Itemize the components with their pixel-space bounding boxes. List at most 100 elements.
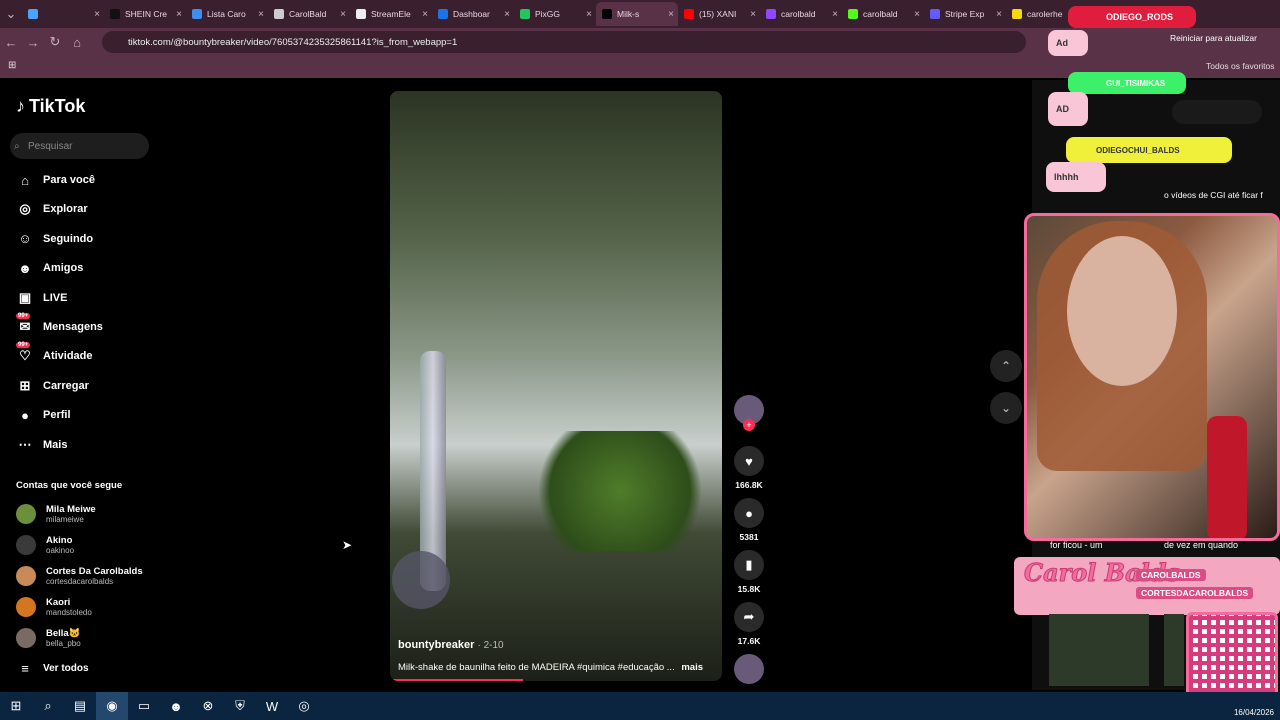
share-button[interactable]: ➦ 17.6K [733, 602, 765, 646]
previous-video-button[interactable]: ⌃ [990, 350, 1022, 382]
streamer-banner: Carol Balds CAROLBALDS CORTESDACAROLBALD… [1014, 557, 1280, 615]
tab[interactable]: × [22, 2, 104, 26]
close-tab-icon[interactable]: × [94, 9, 100, 20]
nav-item[interactable]: ✉ 99+ Mensagens [16, 313, 166, 337]
address-bar-row: ← → ↻ ⌂ tiktok.com/@bountybreaker/video/… [0, 28, 1280, 56]
nav-item[interactable]: ● Perfil [16, 405, 166, 425]
video-player[interactable]: bountybreaker · 2-10 Milk-shake de bauni… [390, 91, 722, 681]
video-author[interactable]: bountybreaker · 2-10 [398, 639, 504, 651]
followed-account[interactable]: Cortes Da Carolbalds cortesdacarolbalds [16, 562, 166, 590]
reset-update-button[interactable]: Reiniciar para atualizar [1170, 33, 1257, 43]
save-button[interactable]: ▮ 15.8K [733, 550, 765, 594]
nav-item[interactable]: ☻ Amigos [16, 258, 166, 278]
tab-label: Lista Caro [207, 9, 246, 19]
home-browser-icon[interactable]: ⌂ [66, 31, 88, 53]
tab[interactable]: carolbald × [760, 2, 842, 26]
tab-favicon-icon [274, 9, 284, 19]
followed-account[interactable]: Mila Meiwe milameiwe [16, 500, 166, 528]
follow-plus-icon[interactable]: + [743, 419, 755, 431]
comment-button[interactable]: ● 5381 [733, 498, 765, 542]
favorites-folder[interactable]: Todos os favoritos [1206, 61, 1275, 71]
search-taskbar-icon[interactable]: ⌕ [32, 692, 64, 720]
nav-item-label: Carregar [43, 379, 89, 392]
video-progress-bar[interactable] [390, 679, 523, 681]
followed-account[interactable]: Akino oakinoo [16, 531, 166, 559]
tab[interactable]: carolbald × [842, 2, 924, 26]
following-heading: Contas que você segue [16, 480, 123, 491]
author-avatar[interactable]: + [733, 395, 765, 431]
reload-icon[interactable]: ↻ [44, 31, 66, 53]
nav-item[interactable]: ♡ 99+ Atividade [16, 342, 166, 366]
tab[interactable]: Dashboar × [432, 2, 514, 26]
close-tab-icon[interactable]: × [176, 9, 182, 20]
close-tab-icon[interactable]: × [258, 9, 264, 20]
task-view-icon[interactable]: ▤ [64, 692, 96, 720]
close-tab-icon[interactable]: × [504, 9, 510, 20]
tab[interactable]: StreamEle × [350, 2, 432, 26]
tab[interactable]: PixGG × [514, 2, 596, 26]
sound-disc[interactable] [733, 654, 765, 684]
close-tab-icon[interactable]: × [750, 9, 756, 20]
see-all-link[interactable]: ≡ Ver todos [16, 658, 166, 678]
next-video-button[interactable]: ⌄ [990, 392, 1022, 424]
nav-item[interactable]: ⊞ Carregar [16, 376, 166, 396]
followed-account[interactable]: Bella🐱 bella_pbo [16, 624, 166, 652]
tab[interactable]: Stripe Exp × [924, 2, 1006, 26]
social-handle: CORTESDACAROLBALDS [1136, 587, 1254, 599]
tab[interactable]: SHEIN Cre × [104, 2, 186, 26]
chrome-icon[interactable]: ◉ [96, 692, 128, 720]
chat-chip: ODIEGOCHUI_BALDS [1066, 137, 1232, 163]
discord-icon[interactable]: ☻ [160, 692, 192, 720]
close-tab-icon[interactable]: × [996, 9, 1002, 20]
file-explorer-icon[interactable]: ▭ [128, 692, 160, 720]
nav-item-label: Amigos [43, 262, 84, 275]
start-icon[interactable]: ⊞ [0, 692, 32, 720]
security-icon[interactable]: ⛨ [224, 692, 256, 720]
close-tab-icon[interactable]: × [668, 9, 674, 20]
avatar [16, 628, 36, 648]
nav-item-label: Mensagens [43, 321, 103, 333]
tab[interactable]: CarolBald × [268, 2, 350, 26]
taskbar-date: 16/04/2026 [1233, 708, 1274, 717]
close-tab-icon[interactable]: × [832, 9, 838, 20]
nav-item[interactable]: ☺ Seguindo [16, 229, 166, 249]
close-tab-icon[interactable]: × [422, 9, 428, 20]
tab-favicon-icon [684, 9, 694, 19]
tab-favicon-icon [28, 9, 38, 19]
tab[interactable]: (15) XANI × [678, 2, 760, 26]
obs-icon[interactable]: ◎ [288, 692, 320, 720]
nav-item[interactable]: ◎ Explorar [16, 199, 166, 219]
nav-item[interactable]: ▣ LIVE [16, 288, 166, 308]
followed-account[interactable]: Kaori mandstoledo [16, 593, 166, 621]
account-handle: milameiwe [46, 514, 84, 524]
overlay-toolbar [1172, 100, 1262, 124]
tab[interactable]: Lista Caro × [186, 2, 268, 26]
avatar [16, 504, 36, 524]
back-icon[interactable]: ← [0, 31, 22, 53]
list-icon: ≡ [21, 660, 29, 676]
url-field[interactable]: tiktok.com/@bountybreaker/video/76053742… [102, 31, 1026, 53]
nav-item[interactable]: ⌂ Para você [16, 170, 166, 190]
more-link[interactable]: mais [681, 662, 703, 673]
tab-label: Dashboar [453, 9, 490, 19]
close-tab-icon[interactable]: × [586, 9, 592, 20]
account-handle: cortesdacarolbalds [46, 576, 114, 586]
tab-label: carolbald [781, 9, 816, 19]
word-icon[interactable]: W [256, 692, 288, 720]
tiktok-logo[interactable]: ♪ TikTok [16, 96, 85, 117]
tab-favicon-icon [520, 9, 530, 19]
like-button[interactable]: ♥ 166.8K [733, 446, 765, 490]
upload-icon: ⊞ [19, 377, 31, 393]
close-tab-icon[interactable]: × [340, 9, 346, 20]
face [1067, 236, 1177, 386]
tab-search-icon[interactable]: ⌄ [0, 3, 22, 25]
search-input[interactable]: ⌕ Pesquisar [10, 133, 149, 159]
forward-icon[interactable]: → [22, 31, 44, 53]
close-tab-icon[interactable]: × [914, 9, 920, 20]
share-icon: ➦ [734, 602, 764, 632]
apps-icon[interactable]: ⊞ [8, 60, 16, 71]
tab[interactable]: Milk-s × [596, 2, 678, 26]
tab-label: CarolBald [289, 9, 327, 19]
xbox-icon[interactable]: ⊗ [192, 692, 224, 720]
nav-item[interactable]: ⋯ Mais [16, 435, 166, 455]
